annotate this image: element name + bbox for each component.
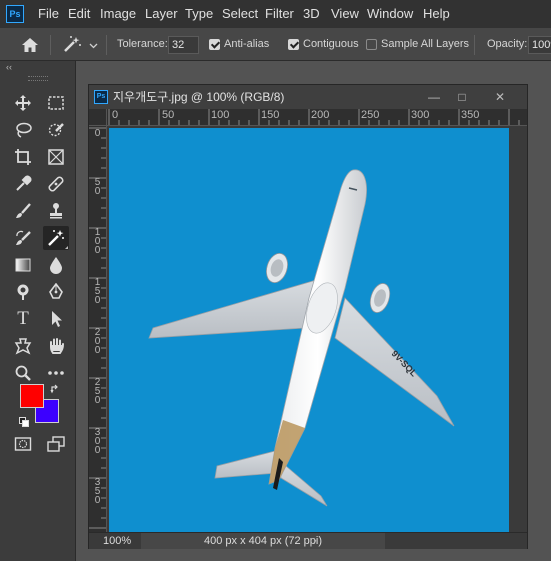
magic-wand-preset-icon[interactable]: [60, 35, 84, 55]
screen-mode-icon[interactable]: [43, 432, 69, 456]
document-window[interactable]: Ps 지우개도구.jpg @ 100% (RGB/8) — □ ✕ 0 50 1…: [88, 84, 528, 549]
close-button[interactable]: ✕: [487, 87, 513, 107]
menu-bar: Ps File Edit Image Layer Type Select Fil…: [0, 0, 551, 28]
anti-alias-checkbox[interactable]: [209, 39, 220, 50]
ruler-h-label: 100: [211, 109, 230, 121]
blur-tool-icon[interactable]: [43, 253, 69, 277]
vertical-ruler[interactable]: 0 50 100 150 200 250 300 350: [89, 126, 107, 532]
menu-view[interactable]: View: [331, 0, 359, 28]
history-brush-tool-icon[interactable]: [10, 226, 36, 250]
menu-type[interactable]: Type: [185, 0, 213, 28]
ruler-v-label: 250: [94, 377, 101, 406]
menu-3d[interactable]: 3D: [303, 0, 320, 28]
tools-panel: ‹‹ T: [0, 61, 76, 561]
tolerance-input[interactable]: 32: [168, 36, 199, 54]
photoshop-logo-icon: Ps: [6, 5, 24, 23]
type-tool-icon[interactable]: T: [10, 307, 36, 331]
menu-filter[interactable]: Filter: [265, 0, 294, 28]
contiguous-label: Contiguous: [303, 38, 359, 50]
document-info[interactable]: 400 px x 404 px (72 ppi): [141, 533, 385, 549]
ruler-h-label: 0: [112, 109, 119, 121]
move-tool-icon[interactable]: [10, 91, 36, 115]
ruler-origin[interactable]: [89, 109, 107, 126]
ruler-h-label: 350: [461, 109, 480, 121]
ruler-v-label: 300: [94, 427, 101, 456]
magic-wand-tool-icon[interactable]: [43, 226, 69, 250]
ruler-h-label: 300: [411, 109, 430, 121]
lasso-tool-icon[interactable]: [10, 118, 36, 142]
ruler-h-label: 250: [361, 109, 380, 121]
menu-select[interactable]: Select: [222, 0, 258, 28]
ruler-v-label: 150: [94, 277, 101, 306]
menu-image[interactable]: Image: [100, 0, 136, 28]
sample-all-layers-checkbox[interactable]: [366, 39, 377, 50]
document-title-bar[interactable]: Ps 지우개도구.jpg @ 100% (RGB/8) — □ ✕: [89, 85, 527, 109]
image-canvas[interactable]: 9V-SQL: [109, 128, 509, 532]
more-tools-icon[interactable]: [43, 361, 69, 385]
chevron-down-icon[interactable]: [89, 39, 98, 53]
separator: [474, 35, 475, 55]
sample-all-layers-label: Sample All Layers: [381, 38, 470, 50]
eyedropper-tool-icon[interactable]: [10, 172, 36, 196]
opacity-label: Opacity:: [487, 38, 528, 50]
collapse-panel-icon[interactable]: ‹‹: [6, 61, 12, 73]
status-bar: 100% 400 px x 404 px (72 ppi) ›: [89, 532, 527, 549]
menu-edit[interactable]: Edit: [68, 0, 90, 28]
frame-tool-icon[interactable]: [43, 145, 69, 169]
ruler-v-label: 100: [94, 227, 101, 256]
brush-tool-icon[interactable]: [10, 199, 36, 223]
ruler-v-label: 50: [94, 177, 101, 197]
crop-tool-icon[interactable]: [10, 145, 36, 169]
separator: [50, 35, 51, 55]
menu-window[interactable]: Window: [367, 0, 413, 28]
path-selection-tool-icon[interactable]: [43, 307, 69, 331]
photoshop-document-icon: Ps: [94, 90, 108, 104]
ruler-h-label: 50: [162, 109, 175, 121]
menu-help[interactable]: Help: [423, 0, 450, 28]
swap-colors-icon[interactable]: [50, 383, 60, 397]
ruler-h-label: 200: [311, 109, 330, 121]
status-menu-arrow[interactable]: ›: [313, 533, 317, 549]
ruler-v-label: 0: [94, 128, 101, 139]
marquee-tool-icon[interactable]: [43, 91, 69, 115]
gradient-tool-icon[interactable]: [10, 253, 36, 277]
dodge-tool-icon[interactable]: [10, 280, 36, 304]
menu-file[interactable]: File: [38, 0, 59, 28]
custom-shape-tool-icon[interactable]: [10, 334, 36, 358]
ruler-h-label: 150: [261, 109, 280, 121]
hand-tool-icon[interactable]: [43, 334, 69, 358]
zoom-level[interactable]: 100%: [103, 533, 131, 549]
tolerance-label: Tolerance:: [117, 38, 168, 50]
default-colors-icon[interactable]: [19, 416, 29, 430]
ruler-v-label: 350: [94, 477, 101, 506]
anti-alias-label: Anti-alias: [224, 38, 270, 50]
airplane-image: 9V-SQL: [148, 169, 455, 507]
opacity-input[interactable]: 100%: [528, 36, 551, 54]
home-icon[interactable]: [20, 36, 40, 54]
document-title: 지우개도구.jpg @ 100% (RGB/8): [113, 90, 285, 104]
separator: [106, 35, 107, 55]
pen-tool-icon[interactable]: [43, 280, 69, 304]
panel-grip[interactable]: [28, 76, 48, 81]
quick-selection-tool-icon[interactable]: [43, 118, 69, 142]
clone-stamp-tool-icon[interactable]: [43, 199, 69, 223]
options-bar: Tolerance: 32 Anti-alias Contiguous Samp…: [0, 28, 551, 61]
menu-layer[interactable]: Layer: [145, 0, 178, 28]
maximize-button[interactable]: □: [449, 87, 475, 107]
ruler-v-label: 200: [94, 327, 101, 356]
zoom-tool-icon[interactable]: [10, 361, 36, 385]
horizontal-ruler[interactable]: 0 50 100 150 200 250 300 350: [107, 109, 527, 126]
spot-healing-brush-icon[interactable]: [43, 172, 69, 196]
foreground-color-swatch[interactable]: [20, 384, 44, 408]
minimize-button[interactable]: —: [421, 87, 447, 107]
quick-mask-icon[interactable]: [10, 432, 36, 456]
contiguous-checkbox[interactable]: [288, 39, 299, 50]
